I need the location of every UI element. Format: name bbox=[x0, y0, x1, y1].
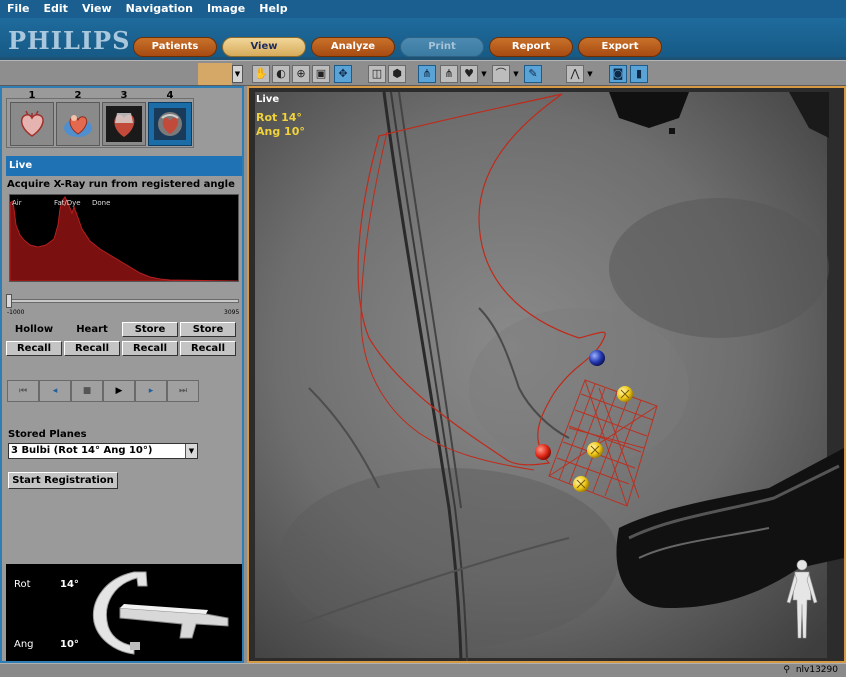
step-thumbnail-ct-heart[interactable] bbox=[102, 102, 146, 146]
protocol-field[interactable] bbox=[198, 63, 232, 85]
thumb-number-4: 4 bbox=[166, 90, 174, 101]
pan-hand-icon[interactable]: ✋ bbox=[252, 65, 270, 83]
menu-file[interactable]: File bbox=[0, 0, 37, 18]
stored-planes-label: Stored Planes bbox=[8, 429, 87, 440]
menu-view[interactable]: View bbox=[75, 0, 119, 18]
playback-controls: ⏮ ◂ ■ ▶ ▸ ⏭ bbox=[7, 380, 199, 404]
histogram-curve bbox=[9, 196, 239, 282]
app-window: File Edit View Navigation Image Help PHI… bbox=[0, 0, 846, 677]
histogram-label-done: Done bbox=[92, 199, 111, 207]
camera-icon[interactable]: ◙ bbox=[609, 65, 627, 83]
toolbar: ▼ ✋ ◐ ⊕ ▣ ✥ ◫ ⬢ ⋔ ⋔ ♥ ▼ ⌒ ▼ ✎ ⋀ ▼ ◙ ▮ bbox=[0, 60, 846, 86]
stored-planes-value: 3 Bulbi (Rot 14° Ang 10°) bbox=[11, 445, 153, 456]
histogram-label-air: Air bbox=[12, 199, 22, 207]
recall-button-heart[interactable]: Recall bbox=[64, 341, 120, 356]
pen-tool-icon[interactable]: ✎ bbox=[524, 65, 542, 83]
intensity-histogram[interactable]: Air Fat/Dye Done bbox=[9, 194, 239, 282]
slider-min-value: -1000 bbox=[7, 309, 25, 316]
heart-label: Heart bbox=[76, 324, 108, 335]
live-xray-heart-icon bbox=[154, 108, 186, 140]
slider-max-value: 3095 bbox=[224, 309, 240, 316]
menu-help[interactable]: Help bbox=[252, 0, 294, 18]
tab-patients[interactable]: Patients bbox=[133, 37, 217, 57]
heart-model-icon[interactable]: ♥ bbox=[460, 65, 478, 83]
volume-cube-icon[interactable]: ⬢ bbox=[388, 65, 406, 83]
next-frame-icon[interactable]: ▸ bbox=[135, 380, 167, 402]
step-thumbnail-heart-outline[interactable] bbox=[10, 102, 54, 146]
roi-tool-icon[interactable]: ▣ bbox=[312, 65, 330, 83]
graph-tool-icon[interactable]: ⋀ bbox=[566, 65, 584, 83]
play-icon[interactable]: ▶ bbox=[103, 380, 135, 402]
heart-outline-icon bbox=[20, 110, 44, 137]
protocol-dropdown-arrow-icon[interactable]: ▼ bbox=[232, 65, 243, 83]
menu-edit[interactable]: Edit bbox=[37, 0, 75, 18]
chevron-down-icon[interactable]: ▼ bbox=[185, 444, 197, 458]
layout-split-icon[interactable]: ◫ bbox=[368, 65, 386, 83]
histogram-label-fat-dye: Fat/Dye bbox=[54, 199, 81, 207]
user-icon: ⚲ bbox=[783, 665, 790, 675]
first-frame-icon[interactable]: ⏮ bbox=[7, 380, 39, 402]
stored-planes-select[interactable]: 3 Bulbi (Rot 14° Ang 10°) ▼ bbox=[8, 443, 198, 459]
menu-bar: File Edit View Navigation Image Help bbox=[0, 0, 846, 18]
acquire-instruction: Acquire X-Ray run from registered angle bbox=[7, 179, 235, 190]
xray-image bbox=[249, 88, 844, 661]
menu-navigation[interactable]: Navigation bbox=[119, 0, 200, 18]
step-thumbnail-heart-model[interactable] bbox=[56, 102, 100, 146]
menu-image[interactable]: Image bbox=[200, 0, 252, 18]
tab-report[interactable]: Report bbox=[489, 37, 573, 57]
status-bar: ⚲ nlv13290 bbox=[0, 663, 846, 677]
store-button-1[interactable]: Store bbox=[122, 322, 178, 337]
tab-view[interactable]: View bbox=[222, 37, 306, 57]
heart-model-icon bbox=[64, 115, 92, 137]
tab-analyze[interactable]: Analyze bbox=[311, 37, 395, 57]
viewer-mode-label: Live bbox=[256, 94, 280, 105]
step-thumbnail-live-xray[interactable] bbox=[148, 102, 192, 146]
main-tabs: Patients View Analyze Print Report Expor… bbox=[133, 37, 667, 57]
store-button-2[interactable]: Store bbox=[180, 322, 236, 337]
ct-heart-icon bbox=[106, 106, 142, 142]
thumb-number-3: 3 bbox=[120, 90, 128, 101]
left-panel: 1 2 3 4 Live Acquire X-Ray run from regi… bbox=[0, 86, 244, 663]
start-registration-button[interactable]: Start Registration bbox=[8, 472, 118, 489]
thumb-number-1: 1 bbox=[28, 90, 36, 101]
heart-dropdown-arrow-icon[interactable]: ▼ bbox=[479, 65, 489, 83]
app-header: PHILIPS Patients View Analyze Print Repo… bbox=[0, 18, 846, 60]
tab-export[interactable]: Export bbox=[578, 37, 662, 57]
curve-tool-icon[interactable]: ⌒ bbox=[492, 65, 510, 83]
c-arm-model-icon bbox=[92, 571, 229, 655]
thumb-number-2: 2 bbox=[74, 90, 82, 101]
viewer-ang-label: Ang 10° bbox=[256, 125, 305, 138]
vessel-tree-icon[interactable]: ⋔ bbox=[418, 65, 436, 83]
vessel-measure-icon[interactable]: ⋔ bbox=[440, 65, 458, 83]
graph-dropdown-arrow-icon[interactable]: ▼ bbox=[585, 65, 595, 83]
curve-dropdown-arrow-icon[interactable]: ▼ bbox=[511, 65, 521, 83]
window-slider-track[interactable] bbox=[9, 299, 239, 303]
zoom-tool-icon[interactable]: ⊕ bbox=[292, 65, 310, 83]
hollow-label: Hollow bbox=[14, 324, 54, 335]
tab-print[interactable]: Print bbox=[400, 37, 484, 57]
recall-button-hollow[interactable]: Recall bbox=[6, 341, 62, 356]
crosshair-tool-icon[interactable]: ✥ bbox=[334, 65, 352, 83]
viewer-rot-label: Rot 14° bbox=[256, 111, 302, 124]
last-frame-icon[interactable]: ⏭ bbox=[167, 380, 199, 402]
live-xray-viewer[interactable]: Live Rot 14° Ang 10° bbox=[247, 86, 846, 663]
section-title-live: Live bbox=[6, 156, 242, 176]
c-arm-orientation-view: Rot 14° Ang 10° bbox=[6, 564, 242, 661]
window-slider-handle[interactable] bbox=[6, 294, 12, 308]
contrast-tool-icon[interactable]: ◐ bbox=[272, 65, 290, 83]
status-user: nlv13290 bbox=[795, 665, 838, 675]
brand-logo: PHILIPS bbox=[8, 26, 131, 55]
recall-button-2[interactable]: Recall bbox=[180, 341, 236, 356]
recall-button-1[interactable]: Recall bbox=[122, 341, 178, 356]
prev-frame-icon[interactable]: ◂ bbox=[39, 380, 71, 402]
film-strip-icon[interactable]: ▮ bbox=[630, 65, 648, 83]
stop-icon[interactable]: ■ bbox=[71, 380, 103, 402]
